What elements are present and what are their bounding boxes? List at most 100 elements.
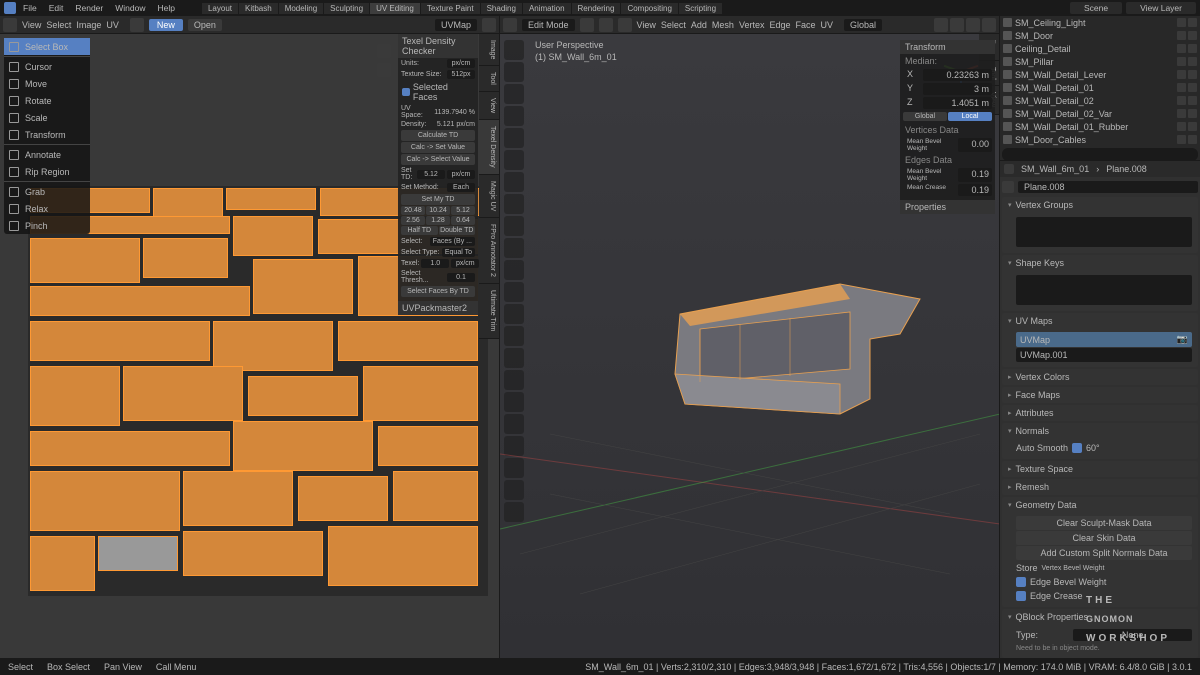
remesh-header[interactable]: Remesh (1002, 479, 1198, 495)
workspace-tab[interactable]: Modeling (279, 3, 323, 14)
uv-tool-rip-region[interactable]: Rip Region (4, 163, 90, 180)
normals-header[interactable]: Normals (1002, 423, 1198, 439)
uv-island[interactable] (30, 536, 95, 591)
uv-tool-transform[interactable]: Transform (4, 126, 90, 143)
preset-2c[interactable]: 0.64 (451, 216, 475, 225)
viewport-tool-icon[interactable] (504, 458, 524, 478)
uv-island[interactable] (183, 471, 293, 526)
median-x[interactable]: 0.23263 m (923, 69, 992, 81)
menu-window[interactable]: Window (110, 3, 150, 13)
uv-island[interactable] (393, 471, 478, 521)
vp-menu-add[interactable]: Add (691, 20, 707, 30)
viewport-tool-icon[interactable] (504, 62, 524, 82)
set-td-value[interactable]: 5.12 (417, 170, 445, 179)
uv-island[interactable] (30, 321, 210, 361)
vp-menu-mesh[interactable]: Mesh (712, 20, 734, 30)
viewport-tool-icon[interactable] (504, 502, 524, 522)
disable-icon[interactable] (1188, 18, 1197, 27)
shape-keys-list[interactable] (1016, 275, 1192, 305)
auto-smooth-angle[interactable]: 60° (1086, 443, 1100, 453)
viewport-tool-icon[interactable] (504, 326, 524, 346)
workspace-tab[interactable]: Compositing (621, 3, 677, 14)
hide-icon[interactable] (1177, 70, 1186, 79)
shading-solid-icon[interactable] (950, 18, 964, 32)
set-method-value[interactable]: Each (447, 183, 475, 192)
workspace-tab[interactable]: Rendering (572, 3, 621, 14)
preset-1b[interactable]: 10.24 (426, 206, 450, 215)
disable-icon[interactable] (1188, 122, 1197, 131)
view-layer-selector[interactable]: View Layer (1126, 2, 1196, 14)
uv-island[interactable] (363, 366, 478, 421)
face-select-icon[interactable] (618, 18, 632, 32)
orientation-selector[interactable]: Global (844, 19, 882, 31)
set-my-td-button[interactable]: Set My TD (401, 194, 475, 205)
viewport-tool-icon[interactable] (504, 150, 524, 170)
uv-ntab[interactable]: View (479, 92, 499, 120)
vertex-colors-header[interactable]: Vertex Colors (1002, 369, 1198, 385)
hide-icon[interactable] (1177, 135, 1186, 144)
uv-ntab[interactable]: FPro Annotator 2 (479, 218, 499, 284)
menu-help[interactable]: Help (152, 3, 179, 13)
workspace-tab[interactable]: Texture Paint (421, 3, 480, 14)
outliner-item[interactable]: SM_Wall_Detail_01 (1000, 81, 1200, 94)
workspace-tab[interactable]: Sculpting (324, 3, 369, 14)
select-type-value[interactable]: Equal To (442, 248, 475, 257)
uvmap-item-0[interactable]: UVMap📷 (1016, 332, 1192, 347)
td-units-value[interactable]: px/cm (447, 59, 475, 68)
mode-selector[interactable]: Edit Mode (522, 19, 575, 31)
uv-tool-grab[interactable]: Grab (4, 183, 90, 200)
uv-island[interactable] (248, 376, 358, 416)
uv-island[interactable] (213, 321, 333, 371)
viewport-tool-icon[interactable] (504, 260, 524, 280)
add-split-normals-button[interactable]: Add Custom Split Normals Data (1016, 546, 1192, 560)
scene-selector[interactable]: Scene (1070, 2, 1122, 14)
face-maps-header[interactable]: Face Maps (1002, 387, 1198, 403)
new-image-button[interactable]: New (149, 19, 183, 31)
uv-tool-annotate[interactable]: Annotate (4, 146, 90, 163)
outliner-item[interactable]: SM_Pillar (1000, 55, 1200, 68)
camera-icon[interactable]: 📷 (1177, 334, 1188, 345)
preset-2a[interactable]: 2.56 (401, 216, 425, 225)
uv-tool-relax[interactable]: Relax (4, 200, 90, 217)
texel-value[interactable]: 1.0 (421, 259, 449, 268)
workspace-tab[interactable]: UV Editing (370, 3, 420, 14)
uv-island[interactable] (30, 286, 250, 316)
workspace-tab[interactable]: Scripting (679, 3, 722, 14)
qblock-type-value[interactable]: None (1073, 629, 1192, 641)
auto-smooth-checkbox[interactable] (1072, 443, 1082, 453)
breadcrumb-object[interactable]: SM_Wall_6m_01 (1017, 163, 1093, 175)
preset-1c[interactable]: 5.12 (451, 206, 475, 215)
editor-type-icon[interactable] (503, 18, 517, 32)
uv-island[interactable] (226, 188, 316, 210)
thresh-value[interactable]: 0.1 (447, 273, 475, 282)
uv-ntab[interactable]: Tool (479, 66, 499, 92)
uv-island[interactable] (233, 421, 373, 471)
shape-keys-header[interactable]: Shape Keys (1002, 255, 1198, 271)
hide-icon[interactable] (1177, 122, 1186, 131)
uv-ntab[interactable]: Texel Density (479, 120, 499, 175)
uv-island[interactable] (153, 188, 223, 218)
vp-menu-vertex[interactable]: Vertex (739, 20, 765, 30)
uv-menu-view[interactable]: View (22, 20, 41, 30)
uv-ntab[interactable]: Ultimate Trim (479, 284, 499, 338)
viewport-tool-icon[interactable] (504, 436, 524, 456)
median-y[interactable]: 3 m (923, 83, 992, 95)
viewport-tool-icon[interactable] (504, 128, 524, 148)
uv-island[interactable] (233, 216, 313, 256)
uv-island[interactable] (30, 431, 230, 466)
outliner-item[interactable]: SM_Door (1000, 29, 1200, 42)
double-td-button[interactable]: Double TD (439, 226, 476, 235)
blender-logo-icon[interactable] (4, 2, 16, 14)
qblock-header[interactable]: QBlock Properties (1002, 609, 1198, 625)
uv-tool-pinch[interactable]: Pinch (4, 217, 90, 234)
texture-space-header[interactable]: Texture Space (1002, 461, 1198, 477)
disable-icon[interactable] (1188, 44, 1197, 53)
half-td-button[interactable]: Half TD (401, 226, 438, 235)
viewport-canvas[interactable]: User Perspective (1) SM_Wall_6m_01 (500, 34, 999, 658)
clear-sculpt-button[interactable]: Clear Sculpt-Mask Data (1016, 516, 1192, 530)
selected-faces-checkbox[interactable] (402, 88, 410, 96)
workspace-tab[interactable]: Animation (523, 3, 571, 14)
outliner-item[interactable]: SM_Wall_Detail_02_Var (1000, 107, 1200, 120)
shading-rendered-icon[interactable] (982, 18, 996, 32)
disable-icon[interactable] (1188, 109, 1197, 118)
